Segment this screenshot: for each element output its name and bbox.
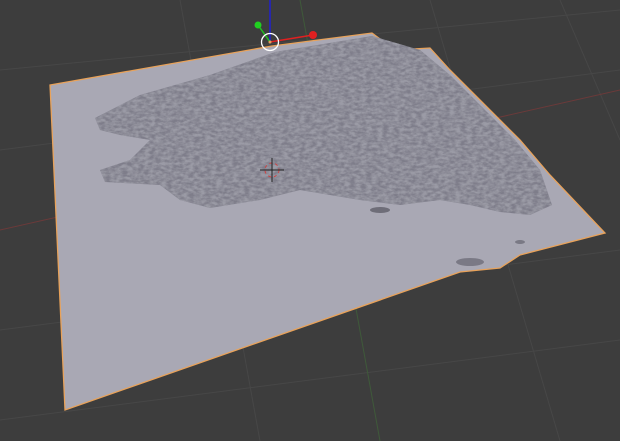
viewport-canvas[interactable] <box>0 0 620 441</box>
3d-viewport[interactable] <box>0 0 620 441</box>
origin-dot <box>268 40 272 44</box>
